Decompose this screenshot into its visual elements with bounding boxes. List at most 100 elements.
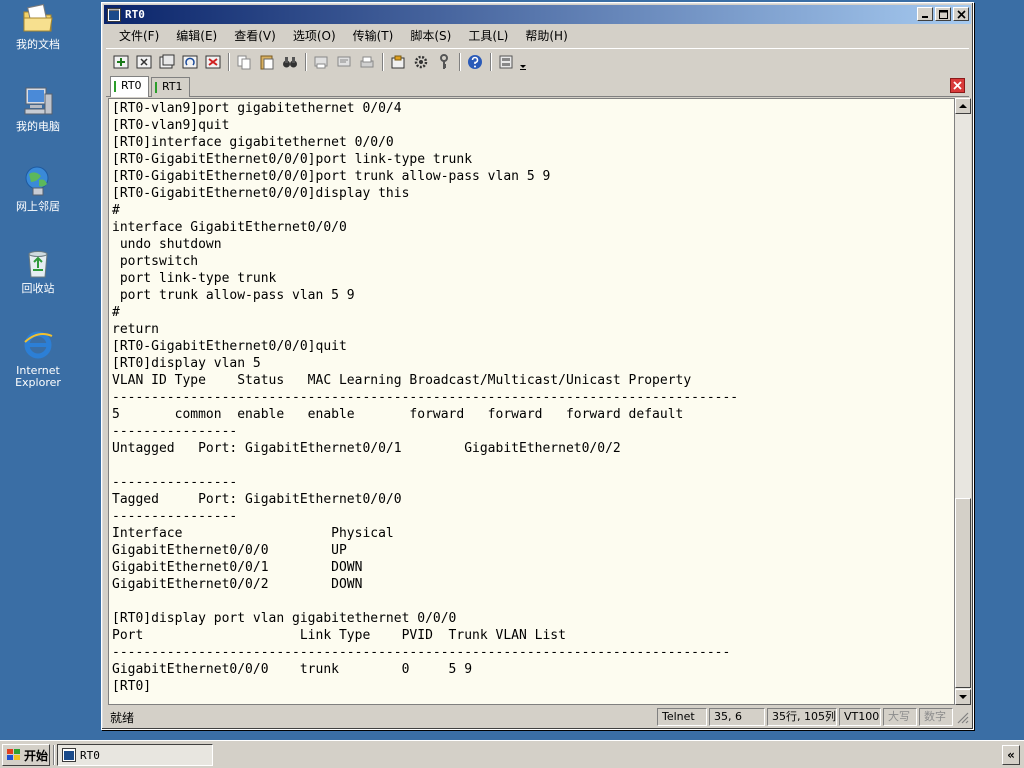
- print-selection-button[interactable]: [333, 51, 355, 73]
- gear-icon: [414, 55, 428, 68]
- copy-button[interactable]: [233, 51, 255, 73]
- sftp-icon: [499, 55, 513, 68]
- securecrt-window: RT0 文件(F) 编辑(E) 查看(V) 选项(O) 传输(T) 脚本(S) …: [101, 2, 974, 730]
- scroll-up-button[interactable]: [955, 98, 971, 114]
- paste-button[interactable]: [256, 51, 278, 73]
- menu-transfer[interactable]: 传输(T): [346, 26, 401, 46]
- menu-help[interactable]: 帮助(H): [518, 26, 574, 46]
- desktop-icon-recycle-bin[interactable]: 回收站: [4, 246, 72, 295]
- status-cursor-position: 35, 6: [709, 708, 765, 726]
- terminal-line: port link-type trunk: [112, 271, 277, 286]
- menu-bar: 文件(F) 编辑(E) 查看(V) 选项(O) 传输(T) 脚本(S) 工具(L…: [106, 25, 969, 47]
- terminal-line: ----------------------------------------…: [112, 390, 739, 405]
- terminal-line: return: [112, 322, 159, 337]
- sftp-button[interactable]: [495, 51, 517, 73]
- terminal-line: [RT0]display port vlan gigabitethernet 0…: [112, 611, 457, 626]
- desktop-icon-my-computer[interactable]: 我的电脑: [4, 84, 72, 133]
- maximize-button[interactable]: [935, 7, 951, 21]
- terminal-line: GigabitEthernet0/0/0 UP: [112, 543, 347, 558]
- terminal-line: ----------------------------------------…: [112, 645, 731, 660]
- network-icon: [25, 166, 49, 196]
- quick-connect-button[interactable]: [133, 51, 155, 73]
- print-screen-button[interactable]: [310, 51, 332, 73]
- status-text: 就绪: [110, 710, 135, 725]
- reconnect-button[interactable]: [179, 51, 201, 73]
- desktop-icon-label: 回收站: [21, 282, 55, 295]
- terminal-line: [RT0]interface gigabitethernet 0/0/0: [112, 135, 394, 150]
- status-caps-lock: 大写: [883, 708, 917, 726]
- disconnect-icon: [205, 55, 221, 68]
- print-selection-icon: [337, 56, 351, 66]
- maximize-icon: [938, 9, 948, 19]
- status-num-lock: 数字: [919, 708, 953, 726]
- desktop-icon-my-documents[interactable]: 我的文档: [4, 2, 72, 51]
- menu-tools[interactable]: 工具(L): [461, 26, 515, 46]
- menu-options[interactable]: 选项(O): [286, 26, 343, 46]
- connect-icon: [113, 55, 129, 68]
- terminal-line: Port Link Type PVID Trunk VLAN List: [112, 628, 566, 643]
- minimize-icon: [922, 16, 928, 18]
- terminal-line: GigabitEthernet0/0/0 trunk 0 5 9: [112, 662, 473, 677]
- session-options-icon: [391, 55, 405, 68]
- terminal-line: [RT0]: [112, 679, 152, 694]
- toolbar-separator: [228, 52, 230, 71]
- terminal-line: VLAN ID Type Status MAC Learning Broadca…: [112, 373, 692, 388]
- toolbar-separator: [490, 52, 492, 71]
- taskbar-item-rt0[interactable]: RT0: [57, 744, 213, 766]
- terminal-scrollbar[interactable]: [955, 98, 971, 705]
- scrollbar-thumb[interactable]: [955, 498, 971, 688]
- resize-grip-icon[interactable]: [955, 709, 969, 725]
- desktop-icon-network[interactable]: 网上邻居: [4, 164, 72, 213]
- close-tab-button[interactable]: [950, 78, 965, 93]
- chevron-down-icon: [520, 64, 526, 70]
- key-generator-button[interactable]: [433, 51, 455, 73]
- find-button[interactable]: [279, 51, 301, 73]
- session-options-button[interactable]: [387, 51, 409, 73]
- tab-status-indicator: [114, 81, 116, 92]
- scroll-down-button[interactable]: [955, 689, 971, 705]
- arrow-up-icon: [959, 104, 967, 108]
- close-icon: [956, 9, 966, 19]
- computer-icon: [24, 87, 53, 115]
- tray-expand-button[interactable]: «: [1002, 745, 1020, 765]
- start-button[interactable]: 开始: [2, 744, 50, 766]
- help-button[interactable]: [464, 51, 486, 73]
- toolbar-dropdown[interactable]: [518, 51, 528, 73]
- terminal-line: interface GigabitEthernet0/0/0: [112, 220, 347, 235]
- tab-rt0[interactable]: RT0: [110, 76, 149, 97]
- connect-in-tab-button[interactable]: [156, 51, 178, 73]
- terminal-output: [RT0-vlan9]port gigabitethernet 0/0/4 [RT…: [112, 100, 954, 695]
- print-button[interactable]: [356, 51, 378, 73]
- close-button[interactable]: [953, 7, 969, 21]
- tab-rt1[interactable]: RT1: [151, 77, 190, 97]
- help-icon: [468, 54, 482, 69]
- terminal-line: #: [112, 305, 120, 320]
- print-screen-icon: [314, 56, 328, 68]
- terminal-screen[interactable]: [RT0-vlan9]port gigabitethernet 0/0/4 [RT…: [108, 98, 955, 705]
- printer-icon: [360, 56, 374, 67]
- paste-icon: [260, 55, 274, 69]
- terminal-line: GigabitEthernet0/0/1 DOWN: [112, 560, 363, 575]
- minimize-button[interactable]: [917, 7, 933, 21]
- connect-button[interactable]: [110, 51, 132, 73]
- terminal-line: ----------------: [112, 475, 238, 490]
- terminal-line: [RT0-GigabitEthernet0/0/0]port trunk all…: [112, 169, 551, 184]
- terminal-line: [RT0-vlan9]port gigabitethernet 0/0/4: [112, 101, 402, 116]
- binoculars-icon: [283, 56, 297, 67]
- status-terminal-size: 35行, 105列: [767, 708, 837, 726]
- menu-script[interactable]: 脚本(S): [403, 26, 458, 46]
- window-titlebar[interactable]: RT0: [104, 5, 971, 24]
- menu-file[interactable]: 文件(F): [112, 26, 166, 46]
- desktop-icon-internet-explorer[interactable]: Internet Explorer: [4, 328, 72, 389]
- menu-view[interactable]: 查看(V): [227, 26, 283, 46]
- disconnect-button[interactable]: [202, 51, 224, 73]
- documents-folder-icon: [23, 3, 53, 32]
- terminal-line: ----------------: [112, 424, 238, 439]
- toolbar-separator: [459, 52, 461, 71]
- terminal-line: [RT0]display vlan 5: [112, 356, 261, 371]
- quick-connect-icon: [136, 55, 152, 68]
- global-options-button[interactable]: [410, 51, 432, 73]
- terminal-line: ----------------: [112, 509, 238, 524]
- menu-edit[interactable]: 编辑(E): [169, 26, 224, 46]
